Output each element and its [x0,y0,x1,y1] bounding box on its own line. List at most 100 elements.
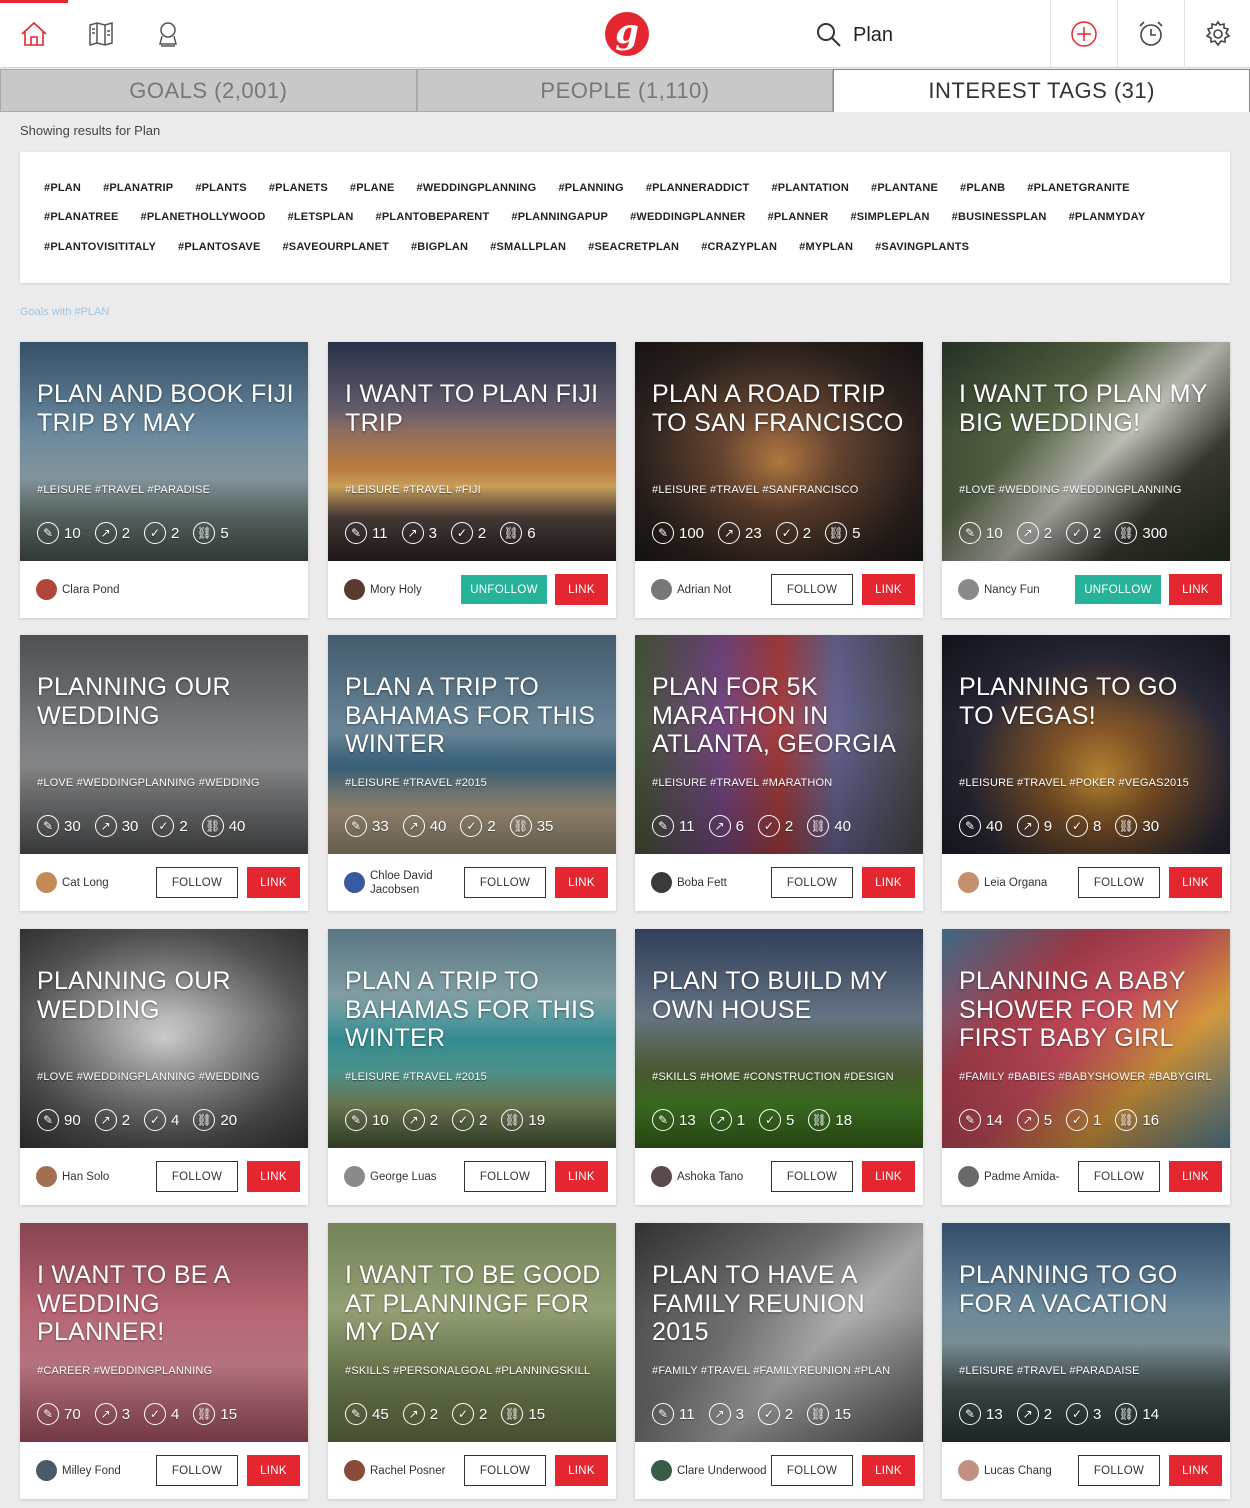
avatar[interactable] [36,1460,57,1481]
goal-title[interactable]: PLAN A ROAD TRIP TO SAN FRANCISCO [652,380,909,437]
goal-title[interactable]: PLAN A TRIP TO BAHAMAS FOR THIS WINTER [345,673,602,759]
follow-button[interactable]: FOLLOW [771,867,853,898]
link-button[interactable]: LINK [1169,867,1222,898]
search-icon[interactable] [815,21,843,49]
interest-tag[interactable]: #PLANNERADDICT [646,182,750,194]
interest-tag[interactable]: #WEDDINGPLANNING [417,182,537,194]
goal-title[interactable]: I WANT TO PLAN FIJI TRIP [345,380,602,437]
owner-name[interactable]: Padme Amida- [984,1170,1078,1184]
link-button[interactable]: LINK [247,867,300,898]
interest-tag[interactable]: #PLANNINGAPUP [511,211,608,223]
interest-tag[interactable]: #PLANTOBEPARENT [376,211,490,223]
follow-button[interactable]: FOLLOW [464,867,546,898]
link-button[interactable]: LINK [555,574,608,605]
interest-tag[interactable]: #PLANB [960,182,1005,194]
interest-tag[interactable]: #PLANETHOLLYWOOD [141,211,266,223]
link-button[interactable]: LINK [555,867,608,898]
interest-tag[interactable]: #PLANE [350,182,395,194]
avatar[interactable] [36,872,57,893]
follow-button[interactable]: FOLLOW [156,1455,238,1486]
owner-name[interactable]: George Luas [370,1170,464,1184]
goal-title[interactable]: I WANT TO BE A WEDDING PLANNER! [37,1261,294,1347]
owner-name[interactable]: Han Solo [62,1170,156,1184]
goal-title[interactable]: PLAN TO BUILD MY OWN HOUSE [652,967,909,1024]
interest-tag[interactable]: #PLANNING [558,182,623,194]
unfollow-button[interactable]: UNFOLLOW [461,575,547,604]
owner-name[interactable]: Mory Holy [370,583,461,597]
goal-title[interactable]: PLANNING OUR WEDDING [37,673,294,730]
follow-button[interactable]: FOLLOW [771,1161,853,1192]
goal-title[interactable]: PLANNING TO GO TO VEGAS! [959,673,1216,730]
interest-tag[interactable]: #SAVEOURPLANET [282,241,389,253]
goal-image[interactable]: PLAN A TRIP TO BAHAMAS FOR THIS WINTER #L… [328,635,616,854]
avatar[interactable] [958,1460,979,1481]
goal-image[interactable]: PLAN TO HAVE A FAMILY REUNION 2015 #FAMIL… [635,1223,923,1442]
avatar[interactable] [651,872,672,893]
link-button[interactable]: LINK [247,1161,300,1192]
link-button[interactable]: LINK [862,1455,915,1486]
goal-image[interactable]: I WANT TO BE GOOD AT PLANNINGF FOR MY DA… [328,1223,616,1442]
goal-title[interactable]: PLAN TO HAVE A FAMILY REUNION 2015 [652,1261,909,1347]
unfollow-button[interactable]: UNFOLLOW [1075,575,1161,604]
tab-people[interactable]: PEOPLE (1,110) [416,69,834,112]
avatar[interactable] [36,579,57,600]
owner-name[interactable]: Clare Underwood [677,1464,771,1478]
goal-image[interactable]: PLAN FOR 5K MARATHON IN ATLANTA, GEORGIA… [635,635,923,854]
goal-image[interactable]: PLAN A ROAD TRIP TO SAN FRANCISCO #LEISUR… [635,342,923,561]
map-icon[interactable] [84,17,118,51]
owner-name[interactable]: Milley Fond [62,1464,156,1478]
owner-name[interactable]: Ashoka Tano [677,1170,771,1184]
follow-button[interactable]: FOLLOW [1078,867,1160,898]
link-button[interactable]: LINK [555,1455,608,1486]
link-button[interactable]: LINK [862,574,915,605]
goal-image[interactable]: PLAN AND BOOK FIJI TRIP BY MAY #LEISURE #… [20,342,308,561]
interest-tag[interactable]: #SEACRETPLAN [588,241,679,253]
interest-tag[interactable]: #PLAN [44,182,81,194]
goal-title[interactable]: PLAN FOR 5K MARATHON IN ATLANTA, GEORGIA [652,673,909,759]
owner-name[interactable]: Boba Fett [677,876,771,890]
owner-name[interactable]: Nancy Fun [984,583,1075,597]
interest-tag[interactable]: #PLANETS [269,182,328,194]
add-goal-button[interactable] [1050,0,1117,68]
avatar[interactable] [344,579,365,600]
goal-image[interactable]: PLAN A TRIP TO BAHAMAS FOR THIS WINTER #L… [328,929,616,1148]
follow-button[interactable]: FOLLOW [464,1161,546,1192]
interest-tag[interactable]: #PLANTS [195,182,247,194]
avatar[interactable] [651,1166,672,1187]
link-button[interactable]: LINK [862,1161,915,1192]
avatar[interactable] [958,1166,979,1187]
link-button[interactable]: LINK [247,1455,300,1486]
owner-name[interactable]: Lucas Chang [984,1464,1078,1478]
follow-button[interactable]: FOLLOW [464,1455,546,1486]
avatar[interactable] [344,872,365,893]
avatar[interactable] [651,1460,672,1481]
owner-name[interactable]: Leia Organa [984,876,1078,890]
interest-tag[interactable]: #PLANTANE [871,182,938,194]
goal-image[interactable]: I WANT TO PLAN MY BIG WEDDING! #LOVE #WED… [942,342,1230,561]
goal-image[interactable]: PLANNING OUR WEDDING #LOVE #WEDDINGPLANNI… [20,635,308,854]
follow-button[interactable]: FOLLOW [1078,1455,1160,1486]
avatar[interactable] [344,1166,365,1187]
interest-tag[interactable]: #PLANATREE [44,211,119,223]
avatar[interactable] [651,579,672,600]
owner-name[interactable]: Rachel Posner [370,1464,464,1478]
interest-tag[interactable]: #PLANNER [768,211,829,223]
goal-title[interactable]: PLANNING A BABY SHOWER FOR MY FIRST BABY… [959,967,1216,1053]
link-button[interactable]: LINK [1169,1161,1222,1192]
home-icon[interactable] [17,17,51,51]
owner-name[interactable]: Chloe David Jacobsen [370,869,464,897]
settings-button[interactable] [1184,0,1250,68]
interest-tag[interactable]: #SMALLPLAN [490,241,566,253]
interest-tag[interactable]: #PLANTOVISITITALY [44,241,156,253]
goal-image[interactable]: PLANNING OUR WEDDING #LOVE #WEDDINGPLANNI… [20,929,308,1148]
search-bar[interactable] [815,18,1053,52]
interest-tag[interactable]: #PLANETGRANITE [1027,182,1129,194]
goal-title[interactable]: PLAN AND BOOK FIJI TRIP BY MAY [37,380,294,437]
interest-tag[interactable]: #MYPLAN [799,241,853,253]
app-logo[interactable]: g [605,12,649,56]
follow-button[interactable]: FOLLOW [156,867,238,898]
avatar[interactable] [36,1166,57,1187]
owner-name[interactable]: Clara Pond [62,583,300,597]
profile-icon[interactable] [151,17,185,51]
follow-button[interactable]: FOLLOW [156,1161,238,1192]
